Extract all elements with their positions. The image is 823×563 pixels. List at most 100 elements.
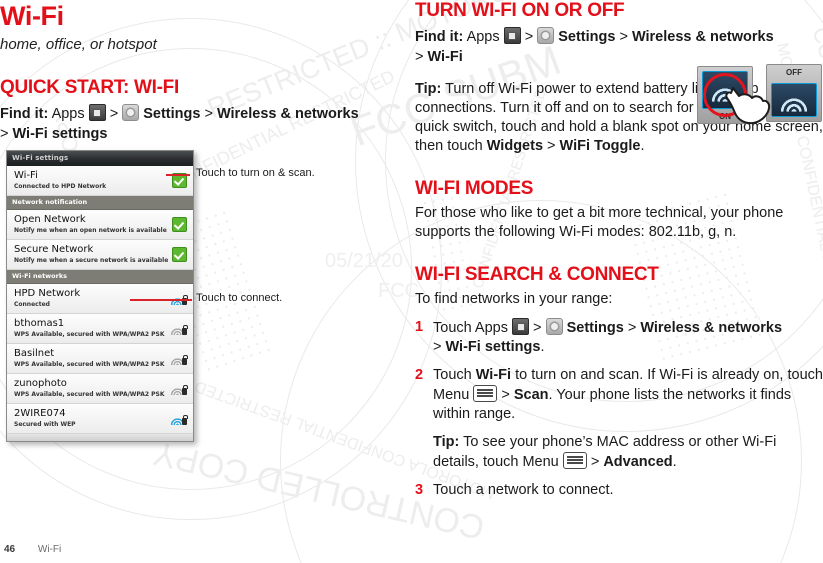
settings-label: Settings bbox=[566, 320, 624, 336]
page-subtitle: home, office, or hotspot bbox=[0, 36, 157, 53]
tip-label: Tip: bbox=[433, 434, 460, 450]
wifi-settings-screen: Wi-Fi settings Wi-Fi Connected to HPD Net… bbox=[6, 150, 194, 442]
page-title: Wi-Fi bbox=[0, 1, 64, 31]
separator: > bbox=[204, 106, 213, 122]
screen-title-bar: Wi-Fi settings bbox=[7, 151, 193, 166]
settings-row-text: bthomas1 WPS Available, secured with WPA/… bbox=[14, 318, 165, 339]
callout-leader-line bbox=[130, 299, 192, 301]
settings-row-subtitle: WPS Available, secured with WPA/WPA2 PSK bbox=[14, 391, 165, 398]
settings-row-subtitle: Secured with WEP bbox=[14, 421, 76, 428]
separator: > bbox=[501, 387, 510, 403]
quick-start-find-it: Find it: Apps > Settings > Wireless & ne… bbox=[0, 104, 398, 144]
modes-text: For those who like to get a bit more tec… bbox=[415, 205, 784, 240]
settings-row[interactable]: Basilnet WPS Available, secured with WPA/… bbox=[7, 344, 193, 374]
settings-row[interactable]: bthomas1 WPS Available, secured with WPA/… bbox=[7, 314, 193, 344]
callout-connect: Touch to connect. bbox=[196, 292, 283, 304]
separator: > bbox=[547, 138, 556, 154]
gear-icon bbox=[122, 104, 140, 121]
settings-row-text: HPD Network Connected bbox=[14, 288, 80, 309]
step-text: Touch Apps > Settings > Wireless & netwo… bbox=[433, 318, 823, 357]
callout-leader-line bbox=[166, 174, 190, 176]
settings-row[interactable]: Wi-Fi Connected to HPD Network bbox=[7, 166, 193, 196]
settings-row-title: Basilnet bbox=[14, 348, 55, 359]
section-heading-quick-start: QUICK START: WI-FI bbox=[0, 77, 179, 98]
wifi-settings-label: Wi-Fi settings bbox=[12, 126, 108, 142]
separator: > bbox=[109, 106, 119, 122]
settings-row-title: Wi-Fi bbox=[14, 170, 38, 181]
settings-row-subtitle: Connected to HPD Network bbox=[14, 183, 107, 190]
settings-label: Settings bbox=[143, 106, 201, 122]
settings-row-subtitle: Notify me when a secure network is avail… bbox=[14, 257, 169, 264]
checkbox-checked[interactable] bbox=[172, 217, 187, 232]
step-number: 3 bbox=[415, 482, 424, 498]
step-text: Touch a network to connect. bbox=[433, 482, 614, 498]
step-part-1: Touch bbox=[433, 367, 476, 383]
phone-screenshot: Wi-Fi settings Wi-Fi Connected to HPD Net… bbox=[6, 150, 196, 442]
settings-group-header: Wi-Fi networks bbox=[7, 270, 193, 284]
hand-pointer-icon bbox=[725, 87, 771, 125]
gear-icon bbox=[537, 27, 555, 44]
settings-label: Settings bbox=[558, 29, 616, 45]
screen-bottom-bar bbox=[7, 434, 193, 441]
settings-row-subtitle: WPS Available, secured with WPA/WPA2 PSK bbox=[14, 361, 165, 368]
menu-icon bbox=[562, 452, 587, 469]
settings-row-subtitle: WPS Available, secured with WPA/WPA2 PSK bbox=[14, 331, 165, 338]
apps-label: Apps bbox=[51, 106, 85, 122]
settings-row[interactable]: Open Network Notify me when an open netwo… bbox=[7, 210, 193, 240]
left-column: Wi-Fi home, office, or hotspot QUICK STA… bbox=[0, 0, 398, 144]
wifi-toggle-widget-illustration: ON OFF bbox=[697, 64, 822, 129]
list-item: 2 Touch Wi-Fi to turn on and scan. If Wi… bbox=[415, 366, 823, 472]
list-item: 1 Touch Apps > Settings > Wireless & net… bbox=[415, 318, 823, 357]
separator: > bbox=[415, 49, 424, 65]
settings-row-text: Open Network Notify me when an open netwo… bbox=[14, 214, 167, 235]
settings-row-text: Secure Network Notify me when a secure ne… bbox=[14, 244, 168, 265]
manual-page: Wi-Fi home, office, or hotspot QUICK STA… bbox=[0, 0, 823, 563]
checkbox-checked[interactable] bbox=[172, 247, 187, 262]
wifi-signal-icon bbox=[781, 91, 807, 112]
gear-icon bbox=[545, 318, 563, 335]
wifi-signal-lock-icon bbox=[171, 383, 188, 395]
settings-row-title: HPD Network bbox=[14, 288, 81, 299]
wireless-networks-label: Wireless & networks bbox=[216, 106, 359, 122]
list-item: 3 Touch a network to connect. bbox=[415, 481, 823, 500]
separator: > bbox=[0, 126, 9, 142]
find-it-label: Find it: bbox=[415, 29, 464, 45]
settings-row-title: Open Network bbox=[14, 214, 86, 225]
apps-label: Apps bbox=[466, 29, 500, 45]
settings-row-title: zunophoto bbox=[14, 378, 67, 389]
step-number: 2 bbox=[415, 367, 424, 383]
wifi-widget-off-face bbox=[771, 83, 817, 117]
section-heading-modes: WI-FI MODES bbox=[415, 178, 534, 199]
tip-end: . bbox=[640, 138, 645, 154]
apps-icon bbox=[503, 27, 521, 44]
tip-label: Tip: bbox=[415, 81, 442, 97]
tip-mac-address: Tip: To see your phone’s MAC address or … bbox=[433, 433, 823, 472]
footer-page-number: 46 bbox=[4, 544, 16, 555]
apps-icon bbox=[512, 318, 530, 335]
section-heading-search-connect: WI-FI SEARCH & CONNECT bbox=[415, 264, 659, 285]
wifi-signal-lock-icon bbox=[171, 323, 188, 335]
settings-row-title: 2WIRE074 bbox=[14, 408, 66, 419]
wifi-label: Wi-Fi bbox=[427, 49, 463, 65]
menu-icon bbox=[473, 385, 498, 402]
apps-icon bbox=[88, 104, 106, 121]
turn-on-off-find-it: Find it: Apps > Settings > Wireless & ne… bbox=[415, 27, 823, 67]
section-heading-turn-on-off: TURN WI-FI ON OR OFF bbox=[415, 0, 625, 21]
settings-row-text: 2WIRE074 Secured with WEP bbox=[14, 408, 76, 429]
wifi-settings-label: Wi-Fi settings bbox=[445, 339, 541, 355]
find-it-label: Find it: bbox=[0, 106, 49, 122]
settings-row[interactable]: Secure Network Notify me when a secure ne… bbox=[7, 240, 193, 270]
advanced-label: Advanced bbox=[603, 454, 673, 470]
settings-row-subtitle: Notify me when an open network is availa… bbox=[14, 227, 167, 234]
settings-row[interactable]: 2WIRE074 Secured with WEP bbox=[7, 404, 193, 434]
separator: > bbox=[590, 454, 600, 470]
settings-row-text: Wi-Fi Connected to HPD Network bbox=[14, 170, 106, 191]
separator: > bbox=[524, 29, 534, 45]
settings-row[interactable]: zunophoto WPS Available, secured with WPA… bbox=[7, 374, 193, 404]
wireless-networks-label: Wireless & networks bbox=[631, 29, 774, 45]
callout-turn-on: Touch to turn on & scan. bbox=[196, 167, 315, 179]
wifi-widget-off-tile: OFF bbox=[766, 64, 822, 122]
step-tail: . bbox=[540, 339, 545, 355]
step-prefix: Touch Apps bbox=[433, 320, 508, 336]
settings-row-text: zunophoto WPS Available, secured with WPA… bbox=[14, 378, 165, 399]
